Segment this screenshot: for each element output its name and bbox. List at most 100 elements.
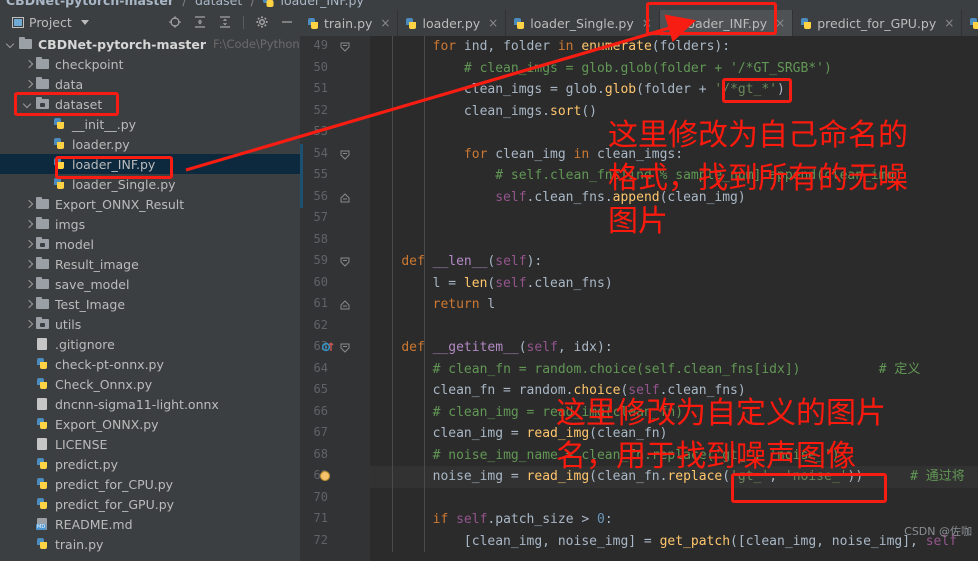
code-line[interactable]: for ind, folder in enumerate(folders):	[370, 36, 730, 58]
tree-item[interactable]: imgs	[0, 214, 300, 234]
code-line[interactable]: clean_imgs.sort()	[370, 101, 597, 123]
fold-collapse-icon[interactable]	[340, 150, 350, 160]
override-marker-icon[interactable]	[322, 341, 338, 353]
code-line[interactable]: if self.patch_size > 0:	[370, 509, 613, 531]
tree-item[interactable]: loader_Single.py	[0, 174, 300, 194]
gutter-line[interactable]: 71	[300, 509, 370, 531]
gutter-line[interactable]: 49	[300, 36, 370, 58]
hide-panel-icon[interactable]	[280, 15, 294, 29]
gutter-line[interactable]: 56	[300, 186, 370, 208]
tree-item[interactable]: __init__.py	[0, 114, 300, 134]
code-line[interactable]: [clean_img, noise_img] = get_patch([clea…	[370, 531, 957, 553]
close-icon[interactable]: ×	[944, 16, 954, 30]
gear-icon[interactable]	[255, 15, 269, 29]
tree-item[interactable]: save_model	[0, 274, 300, 294]
chevron-right-icon[interactable]	[24, 80, 33, 89]
code-line[interactable]: # noise_img_name = clean_fn.replace('gt_…	[370, 445, 840, 467]
tree-item[interactable]: .gitignore	[0, 334, 300, 354]
tree-item[interactable]: model	[0, 234, 300, 254]
expand-all-icon[interactable]	[193, 15, 207, 29]
gutter-line[interactable]: 69	[300, 466, 370, 488]
chevron-down-icon[interactable]	[7, 40, 16, 49]
chevron-right-icon[interactable]	[24, 240, 33, 249]
gutter-line[interactable]: 66	[300, 402, 370, 424]
gutter-line[interactable]: 72	[300, 531, 370, 553]
gutter-line[interactable]: 70	[300, 488, 370, 510]
close-icon[interactable]: ×	[642, 16, 652, 30]
fold-collapse-icon[interactable]	[340, 257, 350, 267]
gutter-line[interactable]: 63	[300, 337, 370, 359]
tree-item[interactable]: Result_image	[0, 254, 300, 274]
gutter-line[interactable]: 55	[300, 165, 370, 187]
code-line[interactable]: self.clean_fns.append(clean_img)	[370, 187, 745, 209]
chevron-down-icon[interactable]	[24, 100, 33, 109]
gutter-line[interactable]: 65	[300, 380, 370, 402]
editor-tab[interactable]: pr	[962, 10, 978, 36]
gutter-line[interactable]: 54	[300, 143, 370, 165]
chevron-right-icon[interactable]	[24, 280, 33, 289]
gutter-line[interactable]: 59	[300, 251, 370, 273]
breadcrumb-project[interactable]: CBDNet-pytorch-master	[6, 0, 174, 8]
editor-tab[interactable]: loader.py ×	[398, 10, 507, 36]
code-line[interactable]: l = len(self.clean_fns)	[370, 273, 613, 295]
gutter-line[interactable]: 57	[300, 208, 370, 230]
tree-item[interactable]: data	[0, 74, 300, 94]
gutter-line[interactable]: 64	[300, 359, 370, 381]
fold-end-icon[interactable]	[340, 300, 350, 310]
tree-item[interactable]: dataset	[0, 94, 300, 114]
tree-item[interactable]: Export_ONNX_Result	[0, 194, 300, 214]
editor-tab[interactable]: train.py ×	[300, 10, 399, 36]
chevron-right-icon[interactable]	[24, 260, 33, 269]
chevron-right-icon[interactable]	[24, 200, 33, 209]
editor-tabbar[interactable]: train.py × loader.py × loader_Single.py × load…	[300, 10, 978, 36]
chevron-right-icon[interactable]	[24, 300, 33, 309]
project-tool-title[interactable]: Project	[12, 15, 89, 30]
gutter-line[interactable]: 61	[300, 294, 370, 316]
code-line[interactable]: # clean_fn = random.choice(self.clean_fn…	[370, 359, 921, 381]
locate-target-icon[interactable]	[168, 15, 182, 29]
gutter-line[interactable]: 50	[300, 58, 370, 80]
gutter-line[interactable]: 62	[300, 316, 370, 338]
code-line[interactable]: def __getitem__(self, idx):	[370, 337, 612, 359]
gutter-line[interactable]: 67	[300, 423, 370, 445]
tree-item[interactable]: predict_for_CPU.py	[0, 474, 300, 494]
breadcrumb-folder[interactable]: dataset	[195, 0, 242, 8]
close-icon[interactable]: ×	[775, 16, 785, 30]
gutter-line[interactable]: 60	[300, 273, 370, 295]
editor-tab[interactable]: loader_INF.py ×	[659, 10, 794, 36]
editor-gutter[interactable]: 49 50 51 52 53 54 55 56 57 58 59 60 61 62 63 64 65 66 67 68…	[300, 36, 370, 561]
chevron-right-icon[interactable]	[24, 60, 33, 69]
code-line[interactable]: clean_imgs = glob.glob(folder + '/*gt_*'…	[370, 79, 785, 101]
tree-item[interactable]: dncnn-sigma11-light.onnx	[0, 394, 300, 414]
fold-end-icon[interactable]	[340, 192, 350, 203]
code-line[interactable]: clean_fn = random.choice(self.clean_fns)	[370, 380, 746, 402]
editor-tab[interactable]: predict_for_GPU.py ×	[793, 10, 963, 36]
code-line[interactable]: # clean_imgs = glob.glob(folder + '/*GT_…	[370, 58, 832, 80]
tree-item[interactable]: loader_INF.py	[0, 154, 300, 174]
code-line[interactable]: noise_img = read_img(clean_fn.replace('g…	[370, 466, 965, 488]
tree-item[interactable]: CBDNet-pytorch-master F:\Code\Python\CB	[0, 34, 300, 54]
tree-item[interactable]: predict.py	[0, 454, 300, 474]
code-line[interactable]: def __len__(self):	[370, 251, 542, 273]
tree-item[interactable]: MD README.md	[0, 514, 300, 534]
close-icon[interactable]: ×	[380, 16, 390, 30]
code-lines[interactable]: for ind, folder in enumerate(folders): #…	[370, 36, 978, 561]
gutter-line[interactable]: 51	[300, 79, 370, 101]
tree-item[interactable]: utils	[0, 314, 300, 334]
close-icon[interactable]: ×	[488, 16, 498, 30]
collapse-all-icon[interactable]	[218, 15, 232, 29]
code-line[interactable]: # clean_img = read_img(clean_fn)	[370, 402, 683, 424]
code-line[interactable]: for clean_img in clean_imgs:	[370, 144, 683, 166]
tree-item[interactable]: train.py	[0, 534, 300, 554]
fold-collapse-icon[interactable]	[340, 42, 350, 52]
editor-tab[interactable]: loader_Single.py ×	[506, 10, 660, 36]
intention-bulb-icon[interactable]	[320, 471, 330, 481]
tree-item[interactable]: Test_Image	[0, 294, 300, 314]
tree-item[interactable]: Check_Onnx.py	[0, 374, 300, 394]
tree-item[interactable]: predict_for_GPU.py	[0, 494, 300, 514]
tree-item[interactable]: checkpoint	[0, 54, 300, 74]
code-line[interactable]: # self.clean_fns[ind % sample_num].appen…	[370, 165, 902, 187]
chevron-right-icon[interactable]	[24, 320, 33, 329]
tree-item[interactable]: Export_ONNX.py	[0, 414, 300, 434]
gutter-line[interactable]: 58	[300, 230, 370, 252]
